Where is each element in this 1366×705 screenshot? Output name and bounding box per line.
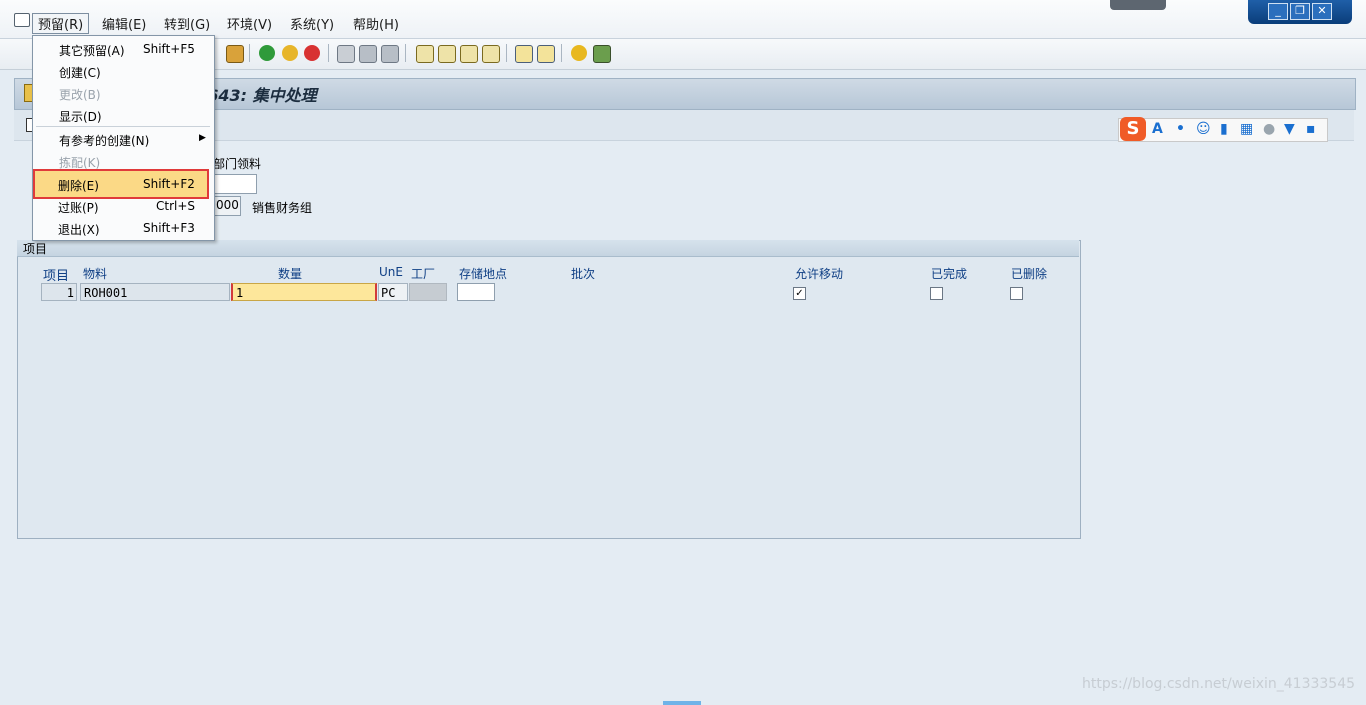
previous-page-icon[interactable] [438,45,456,63]
column-header-deleted[interactable]: 已删除 [1011,265,1047,282]
shortcut-icon[interactable] [537,45,555,63]
skin-icon[interactable]: ▼ [1284,121,1295,137]
next-page-icon[interactable] [460,45,478,63]
field-label [26,155,30,169]
user-icon[interactable]: ● [1263,121,1275,137]
column-header-plant[interactable]: 工厂 [411,265,435,282]
menu-item-delete[interactable]: 删除(E) [58,177,99,194]
unit-cell[interactable]: PC [378,283,408,301]
menu-help[interactable]: 帮助(H) [353,14,399,33]
completed-checkbox[interactable] [930,287,943,300]
last-page-icon[interactable] [482,45,500,63]
menu-system[interactable]: 系统(Y) [290,14,334,33]
movement-type-text: 部门领料 [213,157,262,171]
sogou-logo-icon[interactable]: S [1120,117,1146,141]
menu-item-other-reservation[interactable]: 其它预留(A) [59,42,125,59]
deleted-checkbox[interactable] [1010,287,1023,300]
close-icon[interactable]: ✕ [1312,3,1332,20]
first-page-icon[interactable] [416,45,434,63]
menu-item-pick: 拣配(K) [59,156,101,170]
column-header-unit[interactable]: UnE [379,265,403,279]
shortcut-exit: Shift+F3 [143,221,195,235]
column-header-completed[interactable]: 已完成 [931,265,967,282]
toolbar-separator [561,44,562,62]
column-header-allow-movement[interactable]: 允许移动 [795,265,843,282]
back-icon[interactable] [259,45,275,61]
menu-item-post[interactable]: 过账(P) [58,199,99,216]
menu-reservation[interactable]: 预留(R) [32,13,90,34]
quantity-value: 1 [236,286,244,300]
menu-item-create-with-reference[interactable]: 有参考的创建(N) [59,132,149,149]
column-header-material[interactable]: 物料 [83,265,107,282]
menu-app-icon[interactable] [14,13,30,27]
font-icon[interactable]: A [1152,121,1163,137]
cost-center-value: 000 [216,198,239,212]
receiving-field[interactable] [213,174,257,194]
status-indicator [1110,0,1166,10]
cancel-icon[interactable] [304,45,320,61]
menu-item-create[interactable]: 创建(C) [59,64,101,81]
restore-icon[interactable]: ❐ [1290,3,1310,20]
column-header-batch[interactable]: 批次 [571,265,595,282]
items-caption-label: 项目 [23,242,48,256]
find-next-icon[interactable] [381,45,399,63]
cost-center-field[interactable]: 000 [213,196,241,216]
menu-item-exit[interactable]: 退出(X) [58,221,100,238]
menu-item-change: 更改(B) [59,88,101,102]
toolbar-separator [328,44,329,62]
shortcut-post: Ctrl+S [156,199,196,213]
layout-icon[interactable] [593,45,611,63]
cost-center-text: 销售财务组 [252,201,313,215]
storage-location-input[interactable] [457,283,495,301]
items-group-caption: 项目 [17,240,1079,257]
minimize-icon[interactable]: _ [1268,3,1288,20]
punctuation-icon[interactable]: • [1176,121,1185,137]
microphone-icon[interactable]: ▮ [1220,121,1228,137]
help-icon[interactable] [571,45,587,61]
quantity-input[interactable]: 1 [231,283,377,301]
window-controls: _ ❐ ✕ [1248,0,1352,24]
submenu-arrow-icon: ▶ [199,133,206,143]
item-number-value: 1 [66,286,74,300]
keyboard-icon[interactable]: ▦ [1240,121,1253,137]
menu-environment[interactable]: 环境(V) [227,14,272,33]
shortcut-other-reservation: Shift+F5 [143,42,195,56]
plant-cell[interactable] [409,283,447,301]
toolbar-separator [249,44,250,62]
material-value: ROH001 [84,286,128,300]
save-icon[interactable] [226,45,244,63]
toolbar-separator [506,44,507,62]
toolbar-separator [405,44,406,62]
menu-item-display[interactable]: 显示(D) [59,108,102,125]
menu-edit[interactable]: 编辑(E) [102,14,146,33]
unit-value: PC [381,286,396,300]
column-header-quantity[interactable]: 数量 [278,265,302,282]
watermark-text: https://blog.csdn.net/weixin_41333545 [1082,676,1356,692]
shortcut-delete: Shift+F2 [143,177,195,191]
find-icon[interactable] [359,45,377,63]
status-bar-handle[interactable] [663,701,701,705]
toolbox-icon[interactable]: ▪ [1306,121,1316,137]
column-header-storage-location[interactable]: 存储地点 [459,265,507,282]
emoji-icon[interactable]: ☺ [1196,121,1211,137]
print-icon[interactable] [337,45,355,63]
menu-separator [36,126,210,127]
menu-goto[interactable]: 转到(G) [164,14,210,33]
item-number-cell: 1 [41,283,77,301]
material-cell[interactable]: ROH001 [80,283,230,301]
exit-icon[interactable] [282,45,298,61]
new-session-icon[interactable] [515,45,533,63]
column-header-item[interactable]: 项目 [43,265,69,284]
allow-movement-checkbox[interactable]: ✓ [793,287,806,300]
